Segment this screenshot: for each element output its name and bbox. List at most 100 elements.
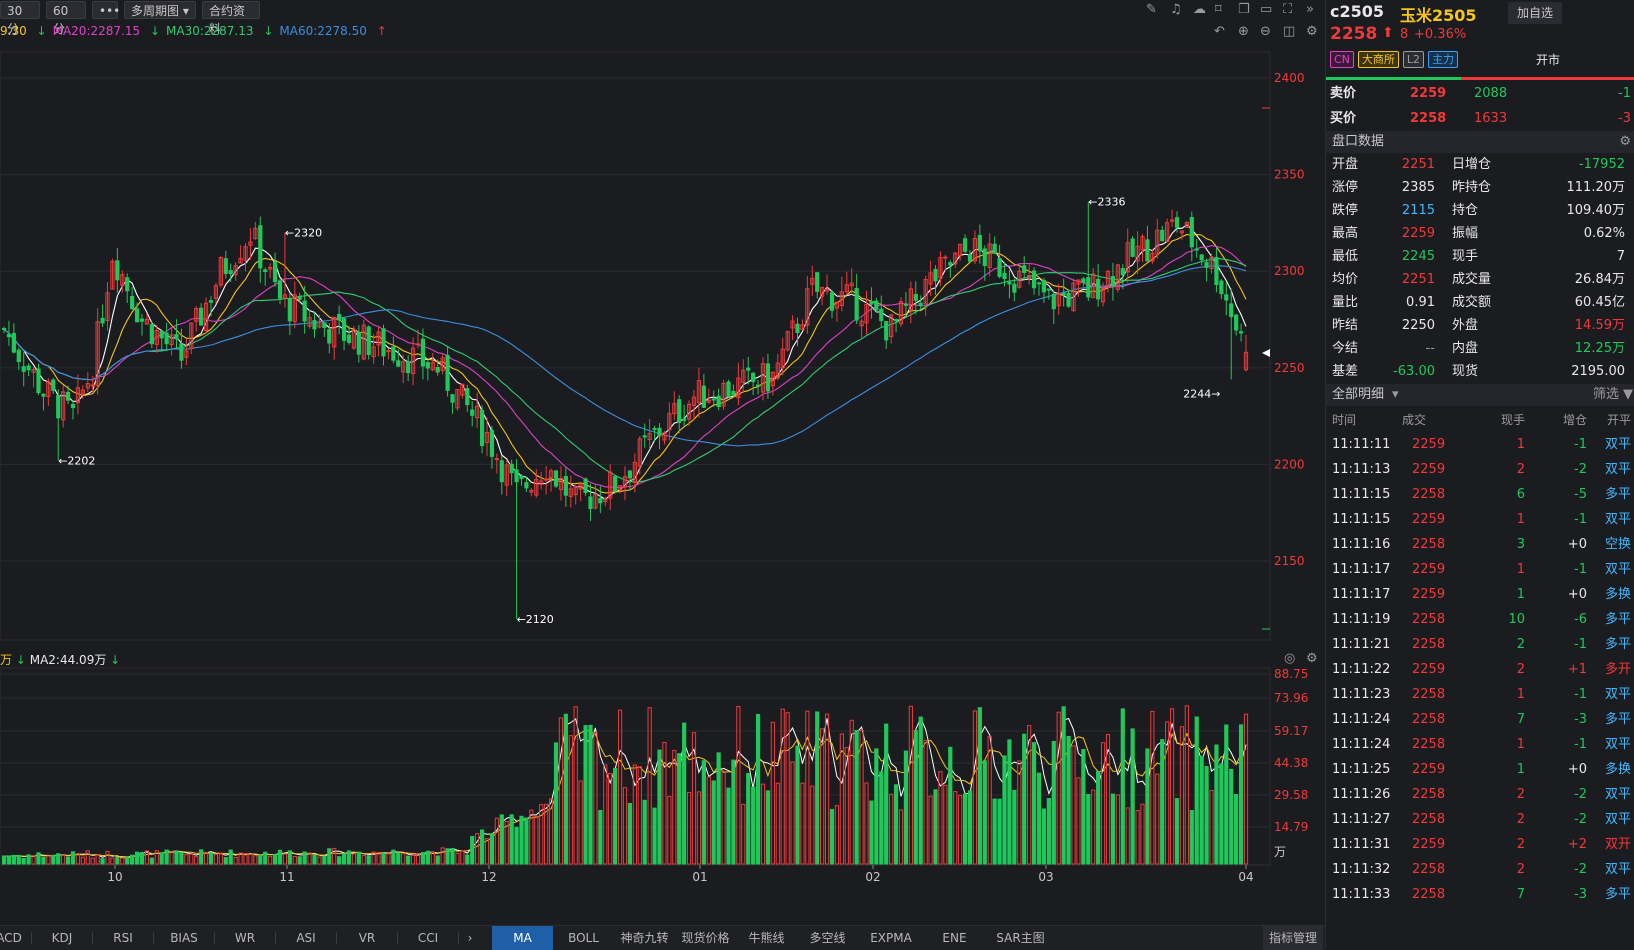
candle-down <box>1145 239 1150 262</box>
indicator-tab-bias[interactable]: BIAS <box>154 926 214 950</box>
candle-down <box>1012 283 1017 293</box>
candle-down <box>297 296 302 300</box>
indicator-tab-kdj[interactable]: KDJ <box>32 926 92 950</box>
volume-bar <box>1140 803 1145 865</box>
candle-down <box>879 308 884 322</box>
candle-down <box>992 243 997 254</box>
indicator-tab-2[interactable]: 神奇九转 <box>614 926 675 950</box>
volume-bar <box>815 711 820 865</box>
volume-bar <box>346 850 352 865</box>
pankou-row: 涨停 2385 昨持仓 111.20万 <box>1326 176 1634 200</box>
indicator-tab-3[interactable]: 现货价格 <box>675 926 736 950</box>
volume-bar <box>869 800 874 865</box>
volume-bar <box>164 849 169 865</box>
candle-down <box>51 379 56 391</box>
chart-area[interactable]: 30分 60分 ••• 多周期图 ▾ 合约资料 ✎ ♫ ☁ ⌑ ❐ ▭ ⛶ » … <box>0 0 1325 950</box>
candle-down <box>755 384 761 387</box>
pankou-title: 盘口数据 <box>1332 134 1385 149</box>
indicator-tab-6[interactable]: EXPMA <box>858 926 924 950</box>
settings-icon[interactable]: ⚙ <box>1619 131 1631 153</box>
tick-type: 空换 <box>1604 537 1631 552</box>
indicator-tab-acd[interactable]: ACD <box>0 926 24 950</box>
volume-bar <box>1229 768 1234 865</box>
indicator-tab-cci[interactable]: CCI <box>398 926 458 950</box>
indicator-tab-8[interactable]: SAR主图 <box>985 926 1056 950</box>
volume-bar <box>652 807 657 865</box>
volume-bar <box>1184 705 1189 865</box>
indicator-tab-vr[interactable]: VR <box>337 926 397 950</box>
volume-bar <box>36 852 41 865</box>
volume-bar <box>1081 749 1086 865</box>
tick-volume: 7 <box>1516 887 1525 902</box>
indicator-tab-4[interactable]: 牛熊线 <box>736 926 797 950</box>
tick-price: 2259 <box>1412 837 1446 852</box>
volume-bar <box>1194 716 1199 865</box>
volume-bar <box>376 852 381 865</box>
volume-bar <box>85 850 90 865</box>
pankou-value: 60.45亿 <box>1574 295 1625 310</box>
indicator-tab-asi[interactable]: ASI <box>276 926 336 950</box>
tick-oi-change: -2 <box>1574 462 1587 477</box>
candle-down <box>159 330 164 339</box>
settings-icon[interactable]: ⚙ <box>1306 651 1318 666</box>
volume-bar <box>824 713 830 865</box>
volume-bar <box>287 850 292 865</box>
ticks-title[interactable]: 全部明细 <box>1332 384 1384 406</box>
tick-time: 11:11:15 <box>1332 487 1391 502</box>
volume-bar <box>879 771 884 865</box>
column-header: 开平 <box>1606 413 1631 427</box>
chevron-down-icon[interactable]: ▾ <box>1392 384 1399 406</box>
volume-bar <box>726 787 731 865</box>
pankou-value: 26.84万 <box>1574 272 1625 287</box>
volume-bar <box>1051 740 1056 865</box>
volume-bar <box>701 760 706 865</box>
filter-label[interactable]: 筛选 <box>1593 384 1619 406</box>
volume-bar <box>755 713 761 865</box>
indicator-tab-7[interactable]: ENE <box>924 926 985 950</box>
target-icon[interactable]: ◎ <box>1284 651 1295 666</box>
order-balance-bar-buy <box>1326 77 1461 80</box>
candle-down <box>1214 256 1219 286</box>
ask-volume: 2088 <box>1474 86 1508 101</box>
time-axis-label: 02 <box>865 870 880 884</box>
volume-bar <box>341 853 347 865</box>
candle-down <box>1130 238 1135 257</box>
candle-down <box>726 381 731 398</box>
volume-bar <box>361 854 366 865</box>
indicator-tab-5[interactable]: 多空线 <box>797 926 858 950</box>
indicator-manage-button[interactable]: 指标管理 <box>1263 926 1323 950</box>
indicator-tab-rsi[interactable]: RSI <box>93 926 153 950</box>
volume-bar <box>110 857 115 865</box>
volume-bar <box>844 747 849 865</box>
volume-bar <box>272 854 278 865</box>
chevron-right-icon[interactable]: › <box>460 926 480 950</box>
candle-down <box>479 410 485 447</box>
volume-bar <box>1169 708 1175 865</box>
indicator-tab-wr[interactable]: WR <box>215 926 275 950</box>
candle-down <box>657 427 662 437</box>
candle-down <box>6 333 12 338</box>
tick-oi-change: -6 <box>1574 612 1587 627</box>
volume-bar <box>613 767 618 865</box>
volume-bar <box>563 713 568 865</box>
candle-down <box>287 298 292 322</box>
volume-axis-label: 14.79 <box>1274 820 1308 834</box>
candle-down <box>751 372 756 383</box>
volume-bar <box>662 741 667 865</box>
indicator-tab-0[interactable]: MA <box>492 926 553 950</box>
candle-down <box>913 293 918 301</box>
indicator-tab-1[interactable]: BOLL <box>553 926 614 950</box>
price-axis-label: 2350 <box>1274 168 1305 182</box>
filter-icon[interactable]: ▼ <box>1623 384 1633 406</box>
volume-bar <box>622 787 628 865</box>
candle-down <box>829 292 835 311</box>
pankou-label: 持仓 <box>1452 203 1479 218</box>
ma60-line <box>3 265 1247 447</box>
volume-bar <box>884 723 889 865</box>
kline-chart[interactable]: 2400 2350 2300 2250 2200 2150 88.75 73.96 59.17 4… <box>0 0 1325 925</box>
candle-down <box>70 403 76 409</box>
pankou-label: 均价 <box>1332 272 1359 287</box>
add-watchlist-button[interactable]: 加自选 <box>1508 2 1562 24</box>
volume-bar <box>1022 733 1027 865</box>
volume-axis-label: 88.75 <box>1274 667 1308 681</box>
